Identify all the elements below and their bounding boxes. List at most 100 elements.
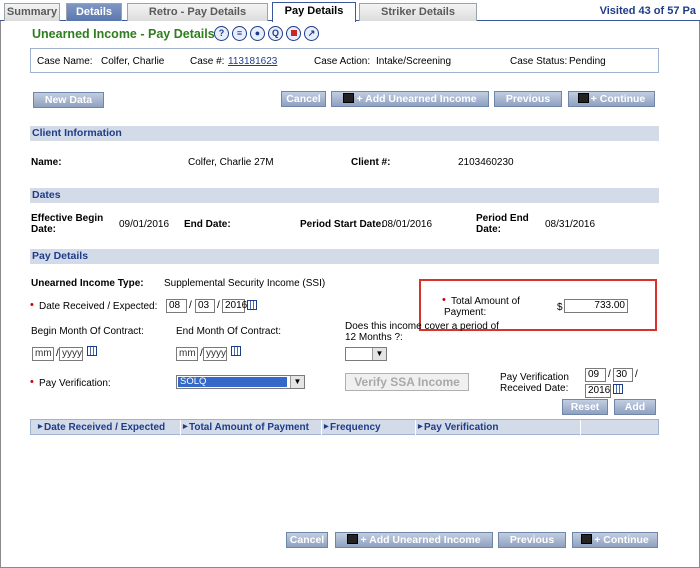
begin-month-mm-input[interactable]: mm (32, 347, 54, 361)
total-amount-label-2: Payment: (444, 307, 487, 318)
case-name: Colfer, Charlie (101, 56, 165, 67)
search-doc-icon[interactable]: ↗ (304, 26, 319, 41)
calendar-icon[interactable] (87, 346, 97, 356)
calendar-icon[interactable] (231, 346, 241, 356)
client-number: 2103460230 (458, 157, 514, 168)
currency-symbol: $ (557, 302, 563, 313)
total-amount-input[interactable]: 733.00 (564, 299, 628, 313)
cover-period-label: Does this income cover a period of (345, 321, 499, 332)
calendar-icon[interactable] (247, 300, 257, 310)
previous-button-bottom[interactable]: Previous (498, 532, 566, 548)
chevron-down-icon: ▼ (290, 376, 304, 388)
required-marker: • (30, 376, 34, 388)
cover-period-label-2: 12 Months ?: (345, 332, 403, 343)
person-icon[interactable]: ● (250, 26, 265, 41)
client-name-label: Name: (31, 157, 62, 168)
case-number-link[interactable]: 113181623 (228, 56, 277, 67)
pv-date-yyyy-input[interactable]: 2016 (585, 384, 611, 398)
tab-summary[interactable]: Summary (4, 3, 60, 21)
client-name: Colfer, Charlie 27M (188, 157, 274, 168)
tab-details[interactable]: Details (66, 3, 122, 21)
query-icon[interactable]: Q (268, 26, 283, 41)
period-end-label-2: Date: (476, 224, 502, 235)
pv-date-dd-input[interactable]: 30 (613, 368, 633, 382)
continue-label: Continue (599, 93, 646, 105)
pay-verification-selected: SOLQ (178, 377, 287, 387)
date-separator: / (635, 369, 638, 380)
required-marker: • (30, 299, 34, 311)
add-unearned-income-button-top[interactable]: + Add Unearned Income (331, 91, 489, 107)
case-action-label: Case Action: (314, 56, 371, 67)
begin-month-yyyy-input[interactable]: yyyy (59, 347, 83, 361)
cancel-button-bottom[interactable]: Cancel (286, 532, 328, 548)
tab-pay-details[interactable]: Pay Details (272, 2, 356, 22)
period-start-label: Period Start Date: (300, 219, 385, 230)
cancel-button-top[interactable]: Cancel (281, 91, 326, 107)
previous-button-top[interactable]: Previous (494, 91, 562, 107)
case-status-label: Case Status: (510, 56, 568, 67)
period-end-date: 08/31/2016 (545, 219, 596, 230)
end-month-yyyy-input[interactable]: yyyy (203, 347, 227, 361)
column-total-amount[interactable]: Total Amount of Payment (182, 420, 322, 435)
reset-button[interactable]: Reset (562, 399, 608, 415)
column-pay-verification[interactable]: Pay Verification (417, 420, 581, 435)
tab-striker-details[interactable]: Striker Details (359, 3, 477, 21)
pv-received-date-label-2: Received Date: (500, 383, 569, 394)
effective-begin-label: Effective Begin (31, 213, 104, 224)
pay-verification-select[interactable]: SOLQ ▼ (176, 375, 305, 389)
calendar-icon[interactable] (613, 384, 623, 394)
new-data-button[interactable]: New Data (33, 92, 104, 108)
period-start-date: 08/01/2016 (382, 219, 433, 230)
continue-button-bottom[interactable]: + Continue (572, 532, 658, 548)
case-action: Intake/Screening (376, 56, 452, 67)
tab-retro-pay-details[interactable]: Retro - Pay Details (127, 3, 268, 21)
help-icon[interactable]: ? (214, 26, 229, 41)
date-separator: / (217, 300, 220, 311)
client-number-label: Client #: (351, 157, 391, 168)
date-separator: / (189, 300, 192, 311)
column-date-received[interactable]: Date Received / Expected (37, 420, 181, 435)
pay-verification-label: Pay Verification: (39, 378, 111, 389)
tab-bar: Summary Details Retro - Pay Details Pay … (0, 0, 700, 22)
case-number-label: Case #: (190, 56, 225, 67)
case-status: Pending (569, 56, 606, 67)
add-unearned-income-button-bottom[interactable]: + Add Unearned Income (335, 532, 493, 548)
effective-begin-label-2: Date: (31, 224, 57, 235)
case-name-label: Case Name: (37, 56, 93, 67)
end-date-label: End Date: (184, 219, 231, 230)
pay-details-header: Pay Details (30, 249, 659, 264)
pay-details-grid-header: Date Received / Expected Total Amount of… (30, 419, 659, 435)
income-type: Supplemental Security Income (SSI) (164, 278, 326, 289)
date-received-mm-input[interactable]: 08 (166, 299, 187, 313)
add-unearned-label: Add Unearned Income (369, 534, 481, 546)
column-frequency[interactable]: Frequency (323, 420, 416, 435)
required-marker: • (442, 294, 446, 306)
end-month-mm-input[interactable]: mm (176, 347, 198, 361)
continue-button-top[interactable]: + Continue (568, 91, 655, 107)
continue-label: Continue (603, 534, 649, 546)
add-unearned-label: Add Unearned Income (365, 93, 477, 105)
notes-icon[interactable]: ≡ (232, 26, 247, 41)
effective-begin-date: 09/01/2016 (119, 219, 170, 230)
period-end-label: Period End (476, 213, 529, 224)
income-type-label: Unearned Income Type: (31, 278, 144, 289)
pv-date-mm-input[interactable]: 09 (585, 368, 606, 382)
date-received-yyyy-input[interactable]: 2016 (222, 299, 247, 313)
save-icon (343, 93, 355, 103)
verify-ssa-income-button[interactable]: Verify SSA Income (345, 373, 469, 391)
save-icon (347, 534, 359, 544)
save-icon (581, 534, 593, 544)
date-separator: / (608, 369, 611, 380)
dates-header: Dates (30, 188, 659, 203)
add-button[interactable]: Add (614, 399, 656, 415)
cover-period-select[interactable]: ▼ (345, 347, 387, 361)
stop-icon[interactable] (286, 26, 301, 41)
end-month-label: End Month Of Contract: (176, 326, 282, 337)
begin-month-label: Begin Month Of Contract: (31, 326, 144, 337)
date-received-dd-input[interactable]: 03 (195, 299, 215, 313)
chevron-down-icon: ▼ (372, 348, 386, 360)
pv-received-date-label: Pay Verification (500, 372, 569, 383)
save-icon (577, 93, 589, 103)
page-title: Unearned Income - Pay Details (32, 27, 215, 41)
visited-counter: Visited 43 of 57 Pa (599, 5, 696, 17)
